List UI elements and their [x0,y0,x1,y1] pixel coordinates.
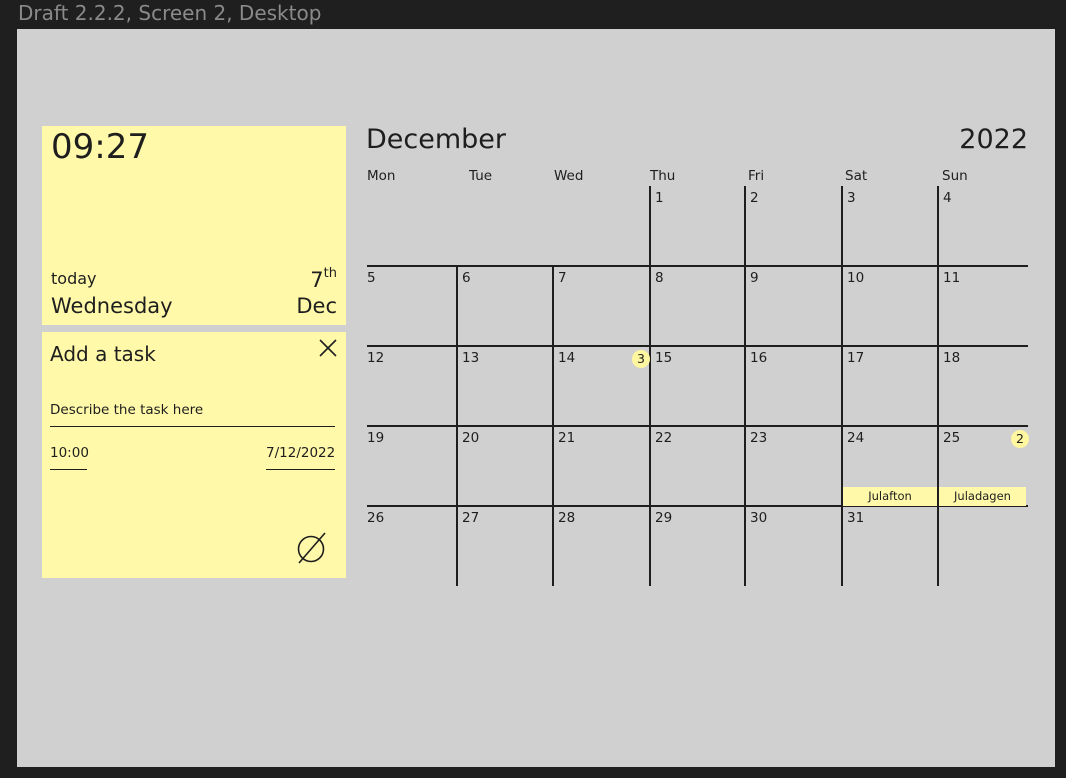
day-cell-17[interactable]: 17 [841,347,931,423]
day-number: 25 [943,430,961,446]
day-cell-5[interactable]: 5 [363,267,453,343]
submit-task-button[interactable] [296,532,328,564]
desktop-canvas: 09:27 today Wednesday 7th Dec Add a task… [17,29,1055,767]
weekday-label: Wednesday [51,294,173,318]
day-number: 12 [367,350,385,366]
day-number: 31 [847,510,865,526]
day-number: 30 [750,510,768,526]
day-cell-11[interactable]: 11 [937,267,1027,343]
day-suffix: th [323,266,337,281]
day-cell-23[interactable]: 23 [744,427,834,503]
task-date-input[interactable]: 7/12/2022 [266,445,335,470]
day-cell-10[interactable]: 10 [841,267,931,343]
day-number: 11 [943,270,961,286]
close-button[interactable] [318,338,338,358]
weekday-mon: Mon [367,168,396,184]
column-divider [937,506,939,586]
day-number: 7th [310,266,337,292]
day-number: 2 [750,190,759,206]
day-cell-12[interactable]: 12 [363,347,453,423]
day-cell-19[interactable]: 19 [363,427,453,503]
day-cell-4[interactable]: 4 [937,187,1027,263]
day-number: 7 [558,270,567,286]
weekday-wed: Wed [554,168,584,184]
task-time-input[interactable]: 10:00 [50,445,89,470]
day-cell-26[interactable]: 26 [363,507,453,583]
weekday-tue: Tue [469,168,493,184]
holiday-label[interactable]: Juladagen [939,487,1026,506]
task-description-input[interactable]: Describe the task here [50,402,335,427]
day-cell-18[interactable]: 18 [937,347,1027,423]
day-cell-20[interactable]: 20 [456,427,546,503]
weekday-fri: Fri [748,168,765,184]
day-number: 17 [847,350,865,366]
day-cell-14[interactable]: 14 [552,347,642,423]
clock-time: 09:27 [51,127,149,167]
day-cell-13[interactable]: 13 [456,347,546,423]
day-number: 21 [558,430,576,446]
weekday-sun: Sun [942,168,968,184]
day-cell-31[interactable]: 31 [841,507,931,583]
clock-card: 09:27 today Wednesday 7th Dec [42,126,346,325]
day-cell-1[interactable]: 1 [649,187,739,263]
day-number: 6 [462,270,471,286]
day-number: 3 [847,190,856,206]
add-task-card: Add a task Describe the task here 10:00 … [42,332,346,578]
day-number: 19 [367,430,385,446]
day-number: 28 [558,510,576,526]
day-number-value: 7 [310,268,324,292]
day-number: 1 [655,190,664,206]
task-count-badge[interactable]: 2 [1011,430,1029,448]
day-cell-2[interactable]: 2 [744,187,834,263]
calendar-year: 2022 [959,124,1028,155]
day-number: 18 [943,350,961,366]
day-cell-15[interactable]: 15 [649,347,739,423]
day-cell-16[interactable]: 16 [744,347,834,423]
day-cell-22[interactable]: 22 [649,427,739,503]
month-short: Dec [296,294,337,318]
day-number: 8 [655,270,664,286]
day-number: 23 [750,430,768,446]
day-number: 22 [655,430,673,446]
calendar-month: December [366,124,507,155]
day-number: 14 [558,350,576,366]
add-task-title: Add a task [50,342,156,366]
day-number: 13 [462,350,480,366]
day-cell-29[interactable]: 29 [649,507,739,583]
day-number: 4 [943,190,952,206]
day-number: 9 [750,270,759,286]
day-cell-3[interactable]: 3 [841,187,931,263]
day-number: 27 [462,510,480,526]
weekday-sat: Sat [845,168,868,184]
day-cell-28[interactable]: 28 [552,507,642,583]
day-cell-8[interactable]: 8 [649,267,739,343]
day-number: 16 [750,350,768,366]
day-number: 15 [655,350,673,366]
day-cell-27[interactable]: 27 [456,507,546,583]
weekday-thu: Thu [650,168,676,184]
task-count-badge[interactable]: 3 [632,350,650,368]
slashed-circle-icon [297,532,326,564]
day-number: 10 [847,270,865,286]
day-number: 24 [847,430,865,446]
day-cell-9[interactable]: 9 [744,267,834,343]
day-cell-30[interactable]: 30 [744,507,834,583]
day-cell-6[interactable]: 6 [456,267,546,343]
holiday-label[interactable]: Julafton [843,487,937,506]
day-number: 5 [367,270,376,286]
day-cell-7[interactable]: 7 [552,267,642,343]
close-icon [319,339,337,357]
day-cell-21[interactable]: 21 [552,427,642,503]
day-number: 20 [462,430,480,446]
today-label: today [51,269,97,288]
day-number: 29 [655,510,673,526]
calendar-grid: 1 2 3 4 5 6 7 8 9 10 11 12 13 14 15 16 17 18 19 20 21 22 23 24 2… [367,186,1029,586]
frame-title: Draft 2.2.2, Screen 2, Desktop [18,1,322,25]
day-number: 26 [367,510,385,526]
